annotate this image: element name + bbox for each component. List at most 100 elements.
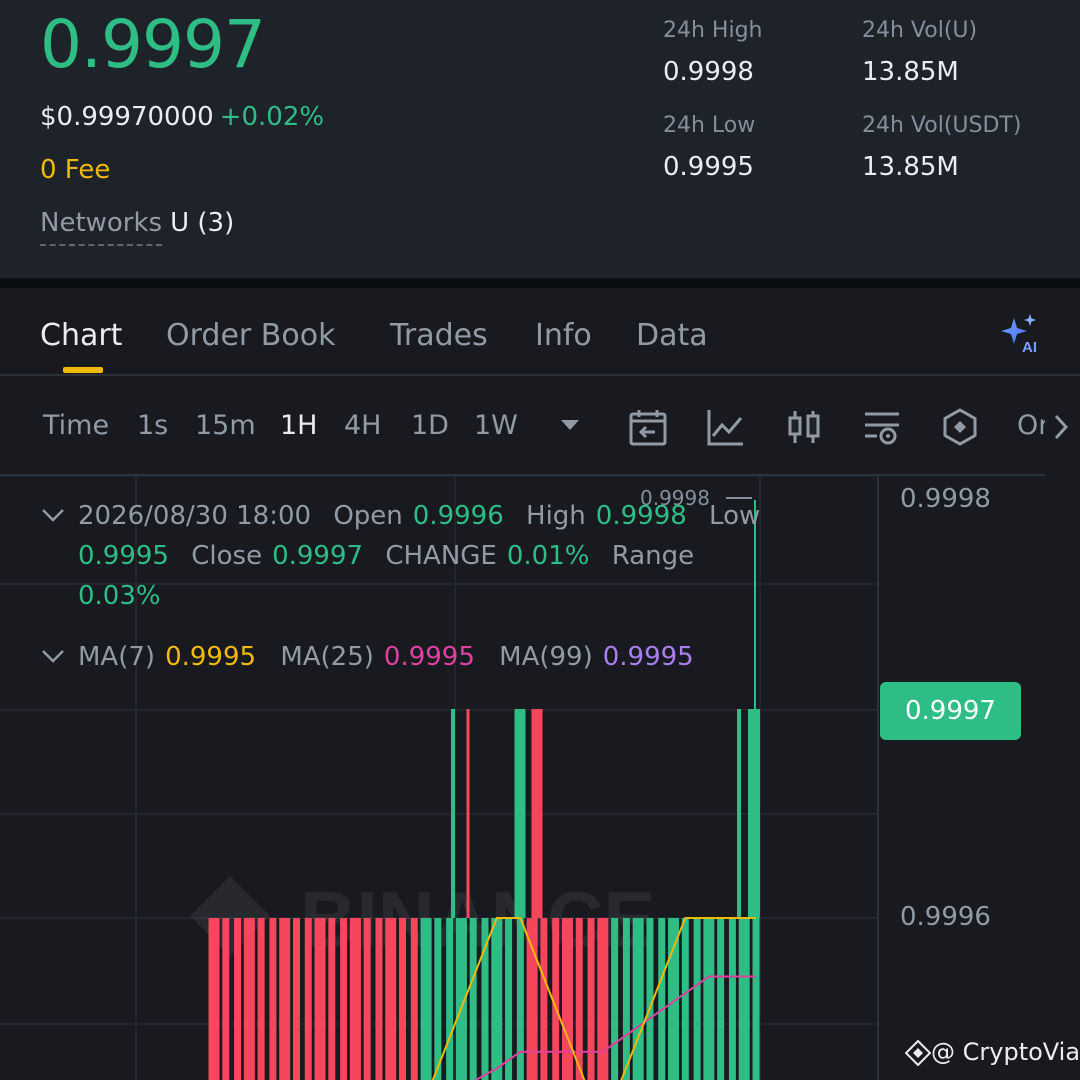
- interval-toolbar: Time 1s 15m 1H 4H 1D 1W Or: [0, 378, 1069, 476]
- candle-down: [257, 918, 265, 1080]
- current-price-tag: 0.9997: [880, 682, 1021, 740]
- ma99-label: MA(99): [499, 642, 593, 672]
- candle-down: [328, 918, 336, 1080]
- candle-up: [434, 918, 442, 1080]
- candle-down: [561, 918, 573, 1080]
- candle-up: [737, 709, 741, 918]
- open-label: Open: [333, 501, 403, 531]
- candle-down: [243, 918, 255, 1080]
- candle-up: [514, 709, 526, 918]
- tab-chart[interactable]: Chart: [40, 318, 122, 353]
- candle-down: [575, 918, 583, 1080]
- watermark-text: @ CryptoVia: [931, 1038, 1080, 1066]
- candlestick-icon[interactable]: [785, 408, 823, 446]
- candle-down: [466, 709, 470, 918]
- interval-dropdown-icon[interactable]: [551, 414, 589, 438]
- candle-down: [269, 918, 277, 1080]
- interval-4h[interactable]: 4H: [344, 410, 381, 441]
- calendar-back-icon[interactable]: [629, 408, 667, 446]
- usd-price: $0.99970000: [40, 102, 214, 132]
- chevron-right-icon[interactable]: [1050, 412, 1072, 442]
- high-label: High: [526, 501, 586, 531]
- interval-1w[interactable]: 1W: [474, 410, 518, 441]
- stat-24h-low-value: 0.9995: [663, 152, 754, 182]
- ma25-label: MA(25): [280, 642, 374, 672]
- candle-up: [611, 918, 619, 1080]
- candle-up: [505, 918, 513, 1080]
- candle-down: [234, 918, 242, 1080]
- candle-up: [717, 918, 725, 1080]
- last-price: 0.9997: [40, 6, 266, 83]
- low-label: Low: [709, 501, 761, 531]
- candle-up: [632, 918, 644, 1080]
- candle-down: [399, 918, 407, 1080]
- candle-up: [752, 918, 760, 1080]
- candle-down: [375, 918, 383, 1080]
- interval-15m[interactable]: 15m: [195, 410, 256, 441]
- close-value: 0.9997: [272, 541, 364, 571]
- candle-down: [531, 709, 543, 918]
- candle-down: [526, 918, 538, 1080]
- stat-24h-vol-usdt-value: 13.85M: [862, 152, 959, 182]
- ma25-value: 0.9995: [383, 642, 475, 672]
- candle-up: [703, 918, 715, 1080]
- candle-up: [446, 918, 454, 1080]
- candle-datetime: 2026/08/30 18:00: [78, 501, 312, 531]
- candle-up: [516, 918, 524, 1080]
- y-axis-label-bottom: 0.9996: [900, 902, 991, 932]
- candle-down: [349, 918, 361, 1080]
- section-divider: [0, 278, 1080, 288]
- hexagon-icon[interactable]: [941, 408, 979, 446]
- open-value: 0.9996: [412, 501, 504, 531]
- y-axis-label-top: 0.9998: [900, 484, 991, 514]
- candle-up: [738, 918, 750, 1080]
- high-value: 0.9998: [595, 501, 687, 531]
- change-value: 0.01%: [506, 541, 590, 571]
- line-chart-icon[interactable]: [707, 408, 745, 446]
- ma7-label: MA(7): [78, 642, 156, 672]
- ohlc-legend: 2026/08/30 18:00 Open 0.9996 High 0.9998 L…: [40, 496, 830, 616]
- change-percent: +0.02%: [219, 102, 325, 132]
- stat-24h-high-value: 0.9998: [663, 57, 754, 87]
- chevron-down-icon[interactable]: [40, 642, 78, 672]
- interval-1s[interactable]: 1s: [137, 410, 168, 441]
- ticker-panel: 0.9997 $0.99970000 +0.02% 0 Fee Networks U…: [0, 0, 1080, 278]
- usd-price-row: $0.99970000 +0.02%: [40, 102, 324, 132]
- stat-24h-high-label: 24h High: [663, 18, 763, 43]
- networks-row[interactable]: Networks U (3): [40, 208, 234, 246]
- candle-up: [491, 918, 503, 1080]
- interval-1d[interactable]: 1D: [411, 410, 449, 441]
- stat-24h-vol-u-value: 13.85M: [862, 57, 959, 87]
- close-label: Close: [191, 541, 263, 571]
- candle-up: [451, 709, 455, 918]
- more-tools-label[interactable]: Or: [1017, 410, 1045, 441]
- time-button[interactable]: Time: [43, 410, 109, 441]
- candle-down: [410, 918, 418, 1080]
- candle-down: [279, 918, 291, 1080]
- indicator-settings-icon[interactable]: [863, 408, 901, 446]
- candle-down: [385, 918, 397, 1080]
- candle-down: [292, 918, 300, 1080]
- candle-down: [304, 918, 312, 1080]
- ai-sparkle-icon[interactable]: AI: [1000, 314, 1044, 354]
- tab-info[interactable]: Info: [535, 318, 592, 353]
- stat-24h-low-label: 24h Low: [663, 113, 756, 138]
- tab-order-book[interactable]: Order Book: [166, 318, 335, 353]
- networks-label[interactable]: Networks: [40, 208, 163, 246]
- tab-trades[interactable]: Trades: [390, 318, 488, 353]
- price-chart[interactable]: BINANCE 0.9998 2026/08/30 18:00 Open 0.99…: [0, 476, 1080, 1080]
- fee-badge: 0 Fee: [40, 155, 111, 185]
- candle-up: [681, 918, 689, 1080]
- candle-up: [693, 918, 701, 1080]
- interval-1h[interactable]: 1H: [280, 410, 317, 441]
- candle-down: [587, 918, 595, 1080]
- candle-down: [540, 918, 548, 1080]
- cryptovia-watermark: @ CryptoVia: [905, 1038, 1080, 1066]
- tab-data[interactable]: Data: [636, 318, 708, 353]
- candle-down: [222, 918, 230, 1080]
- low-value: 0.9995: [78, 541, 169, 571]
- chevron-down-icon[interactable]: [40, 496, 78, 536]
- active-tab-indicator: [63, 367, 103, 373]
- candle-up: [420, 918, 432, 1080]
- candle-up: [469, 918, 477, 1080]
